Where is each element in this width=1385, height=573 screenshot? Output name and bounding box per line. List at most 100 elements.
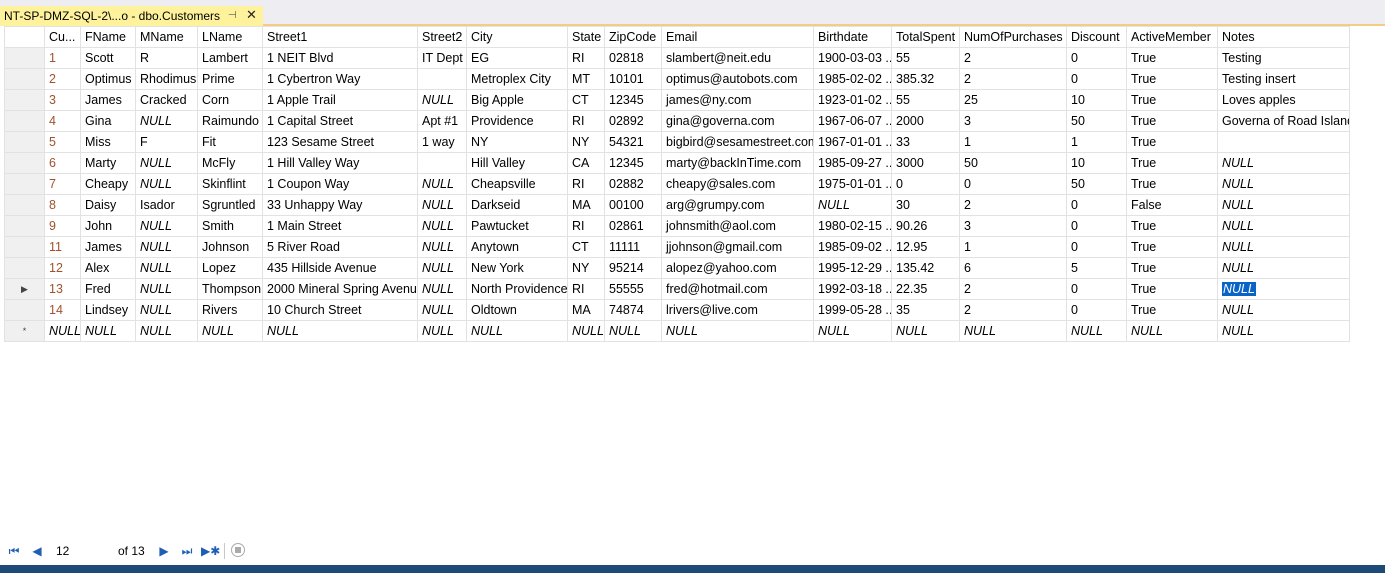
grid-cell[interactable]: Oldtown [466, 299, 568, 321]
column-header[interactable]: MName [135, 26, 198, 48]
grid-cell[interactable]: 1 [1066, 131, 1127, 153]
column-header[interactable]: TotalSpent [891, 26, 960, 48]
grid-cell[interactable]: Loves apples [1217, 89, 1350, 111]
column-header[interactable]: FName [80, 26, 136, 48]
grid-cell[interactable]: Testing insert [1217, 68, 1350, 90]
grid-cell[interactable]: Alex [80, 257, 136, 279]
column-header[interactable]: Street1 [262, 26, 418, 48]
column-header[interactable]: Birthdate [813, 26, 892, 48]
grid-cell[interactable]: 2 [959, 278, 1067, 300]
grid-cell[interactable]: NULL [1066, 320, 1127, 342]
grid-cell[interactable]: 54321 [604, 131, 662, 153]
table-row[interactable]: 12 Alex NULL Lopez 435 Hillside Avenue NULL Ne… [4, 257, 1350, 279]
grid-cell[interactable]: 0 [1066, 215, 1127, 237]
grid-cell[interactable]: 1 [959, 236, 1067, 258]
table-row[interactable]: 5 Miss F Fit 123 Sesame Street 1 way NY NY 54321… [4, 131, 1350, 153]
grid-cell[interactable]: New York [466, 257, 568, 279]
grid-cell[interactable]: optimus@autobots.com [661, 68, 814, 90]
grid-cell[interactable]: NULL [661, 320, 814, 342]
grid-cell[interactable]: MT [567, 68, 605, 90]
grid-cell[interactable]: McFly [197, 152, 263, 174]
stop-icon[interactable] [231, 543, 245, 557]
grid-cell[interactable]: 13 [44, 278, 81, 300]
grid-cell[interactable]: 50 [959, 152, 1067, 174]
grid-cell[interactable]: cheapy@sales.com [661, 173, 814, 195]
grid-cell[interactable]: NULL [466, 320, 568, 342]
column-header[interactable]: Cu... [44, 26, 81, 48]
grid-cell[interactable]: 22.35 [891, 278, 960, 300]
grid-cell[interactable]: 5 River Road [262, 236, 418, 258]
grid-cell[interactable]: Rhodimus [135, 68, 198, 90]
grid-cell[interactable]: NULL [567, 320, 605, 342]
grid-cell[interactable]: RI [567, 47, 605, 69]
grid-cell[interactable]: 9 [44, 215, 81, 237]
grid-cell[interactable]: 2 [959, 299, 1067, 321]
grid-cell[interactable]: 12 [44, 257, 81, 279]
grid-cell[interactable]: NULL [417, 257, 467, 279]
close-icon[interactable]: ✕ [246, 8, 257, 22]
grid-cell[interactable]: 55555 [604, 278, 662, 300]
column-header[interactable]: NumOfPurchases [959, 26, 1067, 48]
grid-cell[interactable]: Thompson [197, 278, 263, 300]
grid-cell[interactable]: 0 [1066, 68, 1127, 90]
grid-cell[interactable]: NULL [135, 152, 198, 174]
table-row[interactable]: ▶ 13 Fred NULL Thompson 2000 Mineral Spring A… [4, 278, 1350, 300]
grid-cell[interactable]: Providence [466, 110, 568, 132]
grid-cell[interactable]: 385.32 [891, 68, 960, 90]
grid-cell[interactable]: arg@grumpy.com [661, 194, 814, 216]
grid-cell[interactable]: 50 [1066, 110, 1127, 132]
grid-cell[interactable]: Fred [80, 278, 136, 300]
grid-cell[interactable]: johnsmith@aol.com [661, 215, 814, 237]
grid-cell[interactable]: Big Apple [466, 89, 568, 111]
grid-cell[interactable]: 00100 [604, 194, 662, 216]
grid-cell[interactable]: RI [567, 278, 605, 300]
grid-cell[interactable]: NULL [135, 236, 198, 258]
grid-cell[interactable]: Fit [197, 131, 263, 153]
grid-cell[interactable]: Darkseid [466, 194, 568, 216]
grid-cell[interactable]: NULL [417, 299, 467, 321]
next-record-icon[interactable]: ▶ [156, 543, 172, 559]
grid-cell[interactable] [417, 152, 467, 174]
grid-cell[interactable]: R [135, 47, 198, 69]
document-tab[interactable]: NT-SP-DMZ-SQL-2\...o - dbo.Customers ⊣ ✕ [0, 6, 263, 26]
grid-cell[interactable]: james@ny.com [661, 89, 814, 111]
grid-cell[interactable]: Metroplex City [466, 68, 568, 90]
grid-cell[interactable]: James [80, 236, 136, 258]
grid-cell[interactable]: RI [567, 215, 605, 237]
grid-cell[interactable]: 2000 [891, 110, 960, 132]
grid-cell[interactable]: NULL [417, 236, 467, 258]
grid-cell[interactable] [1217, 131, 1350, 153]
grid-cell[interactable]: NULL [135, 278, 198, 300]
grid-cell[interactable]: alopez@yahoo.com [661, 257, 814, 279]
grid-cell[interactable]: 1995-12-29 ... [813, 257, 892, 279]
grid-cell[interactable]: 1 Main Street [262, 215, 418, 237]
grid-cell[interactable]: Prime [197, 68, 263, 90]
grid-cell[interactable]: NULL [197, 320, 263, 342]
grid-cell[interactable]: 1 Capital Street [262, 110, 418, 132]
grid-cell[interactable]: NULL [135, 110, 198, 132]
grid-cell[interactable]: Cheapy [80, 173, 136, 195]
column-header[interactable]: ZipCode [604, 26, 662, 48]
grid-cell[interactable]: Anytown [466, 236, 568, 258]
column-header[interactable]: City [466, 26, 568, 48]
grid-cell[interactable]: 3000 [891, 152, 960, 174]
grid-cell[interactable]: marty@backInTime.com [661, 152, 814, 174]
previous-record-icon[interactable]: ◀ [29, 543, 45, 559]
grid-cell[interactable]: True [1126, 89, 1218, 111]
grid-cell[interactable]: 95214 [604, 257, 662, 279]
grid-cell[interactable]: 2 [959, 68, 1067, 90]
last-record-icon[interactable]: ⏭ [179, 543, 195, 559]
grid-cell[interactable]: 4 [44, 110, 81, 132]
grid-cell[interactable]: Skinflint [197, 173, 263, 195]
grid-cell[interactable]: 1900-03-03 ... [813, 47, 892, 69]
row-selector[interactable] [4, 47, 45, 69]
grid-cell[interactable]: NULL [417, 278, 467, 300]
grid-cell[interactable]: NULL [417, 215, 467, 237]
grid-cell[interactable]: 1967-01-01 ... [813, 131, 892, 153]
grid-cell[interactable]: 1 Apple Trail [262, 89, 418, 111]
grid-cell[interactable]: 55 [891, 89, 960, 111]
grid-cell[interactable]: John [80, 215, 136, 237]
grid-cell[interactable]: 135.42 [891, 257, 960, 279]
grid-cell[interactable]: True [1126, 257, 1218, 279]
table-row[interactable]: 4 Gina NULL Raimundo 1 Capital Street Apt #1 P… [4, 110, 1350, 132]
